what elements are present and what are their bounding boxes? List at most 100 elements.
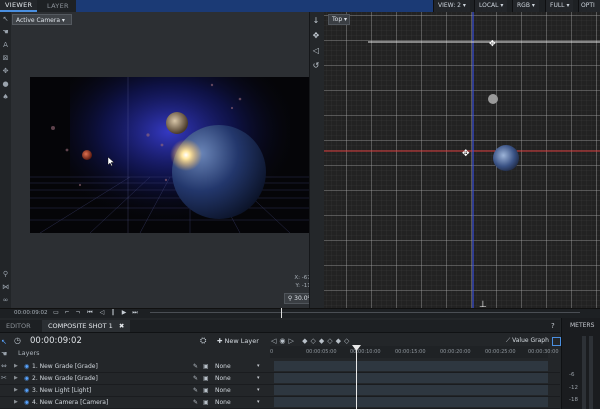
transport-scrub-track[interactable] xyxy=(150,312,580,313)
go-end-icon[interactable]: ⏭ xyxy=(131,309,139,317)
visibility-eye-icon[interactable]: ◉ xyxy=(24,373,29,384)
blend-dropdown[interactable]: None xyxy=(215,373,231,384)
ruler-tick: 00:00:30:00 xyxy=(528,349,559,355)
help-icon[interactable]: ? xyxy=(551,322,555,330)
value-graph-button[interactable]: ⟋ Value Graph xyxy=(506,337,549,345)
local-label: LOCAL xyxy=(479,2,499,9)
ruler-tick: 00:00:15:00 xyxy=(395,349,426,355)
visibility-eye-icon[interactable]: ◉ xyxy=(24,385,29,396)
tab-layer[interactable]: LAYER xyxy=(42,0,74,12)
composite-tab-label: COMPOSITE SHOT 1 xyxy=(48,322,113,330)
transport-timecode: 00:00:09:02 xyxy=(14,310,48,316)
layer-track-bar[interactable] xyxy=(274,397,548,407)
layer-track-bar[interactable] xyxy=(274,361,548,371)
snap-icon[interactable]: ⋈ xyxy=(1,283,10,292)
text-tool-icon[interactable]: A xyxy=(1,41,10,50)
tab-editor[interactable]: EDITOR xyxy=(0,320,37,332)
play-icon[interactable]: ▶ xyxy=(120,309,128,317)
rgb-label: RGB xyxy=(517,2,530,9)
top-view-grid: ✥ ✥ ⊥ xyxy=(324,12,600,308)
full-dropdown[interactable]: FULL ▾ xyxy=(545,0,574,12)
local-dropdown[interactable]: LOCAL ▾ xyxy=(474,0,508,12)
full-label: FULL xyxy=(550,2,565,9)
in-point-icon[interactable]: ⌐ xyxy=(63,309,71,317)
options-dropdown[interactable]: OPTI xyxy=(578,0,600,12)
composite-settings-icon[interactable]: ⛭ xyxy=(200,336,206,346)
viewer-header-bar xyxy=(76,0,433,12)
expand-arrow-icon[interactable]: ▶ xyxy=(14,361,18,372)
layer-type-icon: ▣ xyxy=(203,375,209,382)
keyframe-nav-icons[interactable]: ◁◉▷ ◆◇◆◇◆◇ xyxy=(271,337,352,345)
blend-chevron-icon[interactable]: ▾ xyxy=(257,373,260,384)
frame-back-icon[interactable]: ‖ xyxy=(109,309,117,317)
link-icon[interactable]: ∞ xyxy=(1,296,10,305)
zoom-tool-icon[interactable]: ⚲ xyxy=(1,270,10,279)
svg-text:⊥: ⊥ xyxy=(479,300,487,308)
graph-toggle-icon[interactable] xyxy=(552,337,561,346)
layers-header: Layers xyxy=(18,349,40,357)
expand-arrow-icon[interactable]: ▶ xyxy=(14,373,18,384)
transport-playhead[interactable] xyxy=(281,308,282,318)
top-view-panel[interactable]: ✥ ✥ ⊥ xyxy=(324,12,600,308)
select-arrow-icon[interactable]: ↖ xyxy=(1,15,10,24)
move-icon[interactable]: ✥ xyxy=(1,67,10,76)
view-dropdown: VIEW: 2 ▾ xyxy=(433,0,470,12)
paint-icon[interactable]: ♠ xyxy=(1,93,10,102)
camera-dropdown[interactable]: Active Camera ▾ xyxy=(12,14,72,25)
pen-icon[interactable]: ✎ xyxy=(193,361,198,372)
go-start-icon[interactable]: ⏮ xyxy=(86,309,94,317)
blend-dropdown[interactable]: None xyxy=(215,385,231,396)
value-graph-label: Value Graph xyxy=(512,337,549,344)
clock-icon: ◷ xyxy=(14,336,21,345)
layer-row[interactable]: ◉ ▶ 4. New Camera [Camera] ✎ ▣ None ▾ xyxy=(0,397,560,409)
rgb-dropdown[interactable]: RGB ▾ xyxy=(512,0,539,12)
svg-text:✥: ✥ xyxy=(462,149,470,159)
hand-tool-icon[interactable]: ☚ xyxy=(1,350,7,358)
render-canvas[interactable] xyxy=(30,77,312,233)
new-layer-button[interactable]: ✚ New Layer xyxy=(217,337,259,345)
layer-name: 4. New Camera [Camera] xyxy=(32,399,109,406)
blend-chevron-icon[interactable]: ▾ xyxy=(257,397,260,408)
meter-scale-label: -12 xyxy=(569,385,578,391)
composite-timecode[interactable]: 00:00:09:02 xyxy=(30,335,82,347)
mask-icon[interactable]: ● xyxy=(1,80,10,89)
timeline-playhead[interactable] xyxy=(356,346,357,409)
pen-icon[interactable]: ✎ xyxy=(193,397,198,408)
expand-arrow-icon[interactable]: ▶ xyxy=(14,397,18,408)
layer-row[interactable]: ◉ ▶ 1. New Grade [Grade] ✎ ▣ None ▾ xyxy=(0,361,560,373)
tab-viewer[interactable]: VIEWER xyxy=(0,0,38,12)
blend-dropdown[interactable]: None xyxy=(215,397,231,408)
top-view-dropdown[interactable]: Top ▾ xyxy=(328,14,350,25)
meters-panel xyxy=(561,318,600,409)
loop-icon[interactable]: ▭ xyxy=(52,309,60,317)
transform-icon[interactable]: ⊠ xyxy=(1,54,10,63)
space-scene xyxy=(30,77,312,233)
transform-cross-icon[interactable]: ✥ xyxy=(311,31,321,41)
pan-hand-icon[interactable]: ☚ xyxy=(1,28,10,37)
step-back-icon[interactable]: ◁ xyxy=(98,309,106,317)
layer-row[interactable]: ◉ ▶ 3. New Light [Light] ✎ ▣ None ▾ xyxy=(0,385,560,397)
blend-chevron-icon[interactable]: ▾ xyxy=(257,385,260,396)
play-left-icon[interactable]: ◁ xyxy=(311,46,321,56)
select-tool-icon[interactable]: ↖ xyxy=(1,338,7,346)
reset-rotate-icon[interactable]: ↺ xyxy=(311,61,321,71)
blend-dropdown[interactable]: None xyxy=(215,361,231,372)
blend-chevron-icon[interactable]: ▾ xyxy=(257,361,260,372)
visibility-eye-icon[interactable]: ◉ xyxy=(24,397,29,408)
layer-track-bar[interactable] xyxy=(274,373,548,383)
close-tab-icon[interactable]: ✖ xyxy=(119,322,124,330)
out-point-icon[interactable]: ¬ xyxy=(74,309,82,317)
move-down-icon[interactable]: ↓ xyxy=(311,16,321,26)
layer-type-icon: ▣ xyxy=(203,363,209,370)
pen-icon[interactable]: ✎ xyxy=(193,373,198,384)
meter-scale-label: -18 xyxy=(569,397,578,403)
visibility-eye-icon[interactable]: ◉ xyxy=(24,361,29,372)
meters-title: METERS xyxy=(570,322,595,329)
ruler-tick: 00:00:20:00 xyxy=(440,349,471,355)
layer-track-bar[interactable] xyxy=(274,385,548,395)
pen-icon[interactable]: ✎ xyxy=(193,385,198,396)
layer-row[interactable]: ◉ ▶ 2. New Grade [Grade] ✎ ▣ None ▾ xyxy=(0,373,560,385)
ruler-tick: 00:00:10:00 xyxy=(350,349,381,355)
tab-composite-shot[interactable]: COMPOSITE SHOT 1 ✖ xyxy=(42,320,131,332)
expand-arrow-icon[interactable]: ▶ xyxy=(14,385,18,396)
